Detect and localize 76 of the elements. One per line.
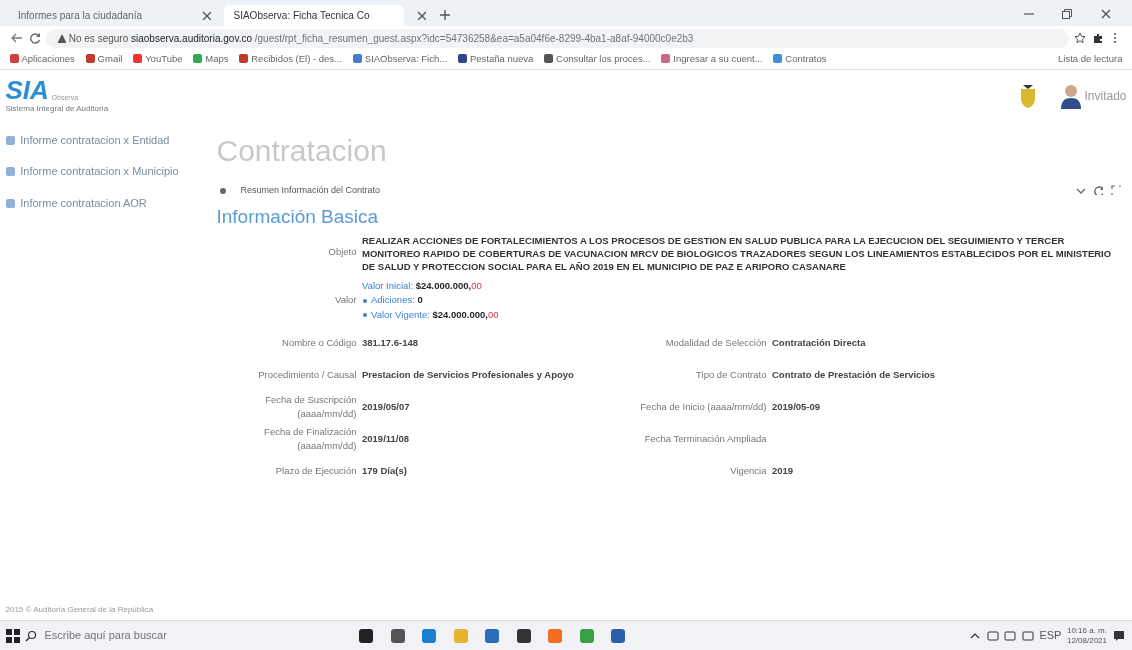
reload-icon[interactable] <box>1093 185 1103 196</box>
clock-date[interactable]: 12/08/2021 <box>1066 635 1107 646</box>
bookmark[interactable]: Maps <box>189 52 233 67</box>
bookmark[interactable]: Contratos <box>769 52 831 67</box>
field-value: 2019/11/08 <box>361 432 411 447</box>
field-value: Prestacion de Servicios Profesionales y Apoyo <box>361 368 575 383</box>
field-label: Plazo de Ejecución <box>274 464 357 479</box>
field-label: Modalidad de Selección <box>664 336 767 351</box>
field-label: Valor <box>334 293 357 308</box>
field-value: 179 Día(s) <box>361 464 408 479</box>
tray-icon[interactable] <box>986 629 999 642</box>
bookmark[interactable]: SIAObserva: Fich... <box>348 52 452 67</box>
back-icon[interactable] <box>11 32 23 44</box>
value-line: Valor Vigente: $24.000.000,00 <box>371 307 499 322</box>
taskbar-search-field[interactable]: Escribe aquí para buscar <box>42 626 293 645</box>
close-icon[interactable] <box>416 10 427 20</box>
windows-icon[interactable] <box>5 628 20 643</box>
url-path: /guest/rpt_ficha_resumen_guest.aspx?idc=54736258&ea=a5a04f6e-8299-4ba1-a8af-94000c0e2b3 <box>254 31 694 46</box>
field-label: Fecha de Suscripción (aaaa/mm/dd) <box>264 393 357 422</box>
sidebar-link[interactable]: Informe contratacion AOR <box>5 195 200 211</box>
star-icon[interactable] <box>1074 32 1086 44</box>
bookmark[interactable]: Recibidos (El) - des... <box>235 52 347 67</box>
reading-list[interactable]: Lista de lectura <box>1054 52 1127 67</box>
field-label: Fecha de Finalización (aaaa/mm/dd) <box>263 425 357 454</box>
field-label: Fecha de Inicio (aaaa/mm/dd) <box>639 400 767 415</box>
clock-time[interactable]: 10:16 a. m. <box>1066 625 1107 636</box>
address-bar[interactable]: No es seguro siaobserva.auditoria.gov.co /guest/rpt_ficha_resumen_guest.aspx?idc=54736258&ea=a5a04f6e-8299-4ba1-a8af-94000c0e2b3 <box>46 28 1069 48</box>
avatar-icon <box>1059 83 1082 109</box>
sidebar-link[interactable]: Informe contratacion x Municipio <box>5 164 200 180</box>
field-label: Nombre o Código <box>281 336 357 351</box>
footer-text: 2015 © Auditoría General de la República <box>4 604 155 616</box>
field-value: Contrato de Prestación de Servicios <box>771 368 937 383</box>
warning-icon <box>56 33 66 43</box>
logo-mark: SIA <box>5 77 49 103</box>
field-value: REALIZAR ACCIONES DE FORTALECIMIENTOS A LOS PROCESOS DE GESTION EN SALUD PUBLICA PARA LA EJECUCION DEL SEGUIMIENTO Y TERCER MONITOREO RAPIDO DE COBERTURAS DE VACUNACION MRCV DE BIOLOGICOS TRAZADORES SEGUN LOS LINEAMIENTOS ESTABLECIDOS POR EL MINISTERIO DE SALUD Y PROTECCION SOCIAL PARA EL AÑO 2019 EN EL MUNICIPIO DE PAZ E ARIPORO CASANARE <box>362 233 1113 274</box>
browser-tab[interactable]: Informes para la ciudadanía <box>8 5 188 26</box>
tray-icon[interactable] <box>1021 629 1034 642</box>
bookmark[interactable]: Aplicaciones <box>5 52 79 67</box>
value-line: Adiciones: 0 <box>371 293 423 308</box>
field-label: Procedimiento / Causal <box>257 368 357 383</box>
field-label: Fecha Terminación Ampliada <box>643 432 767 447</box>
field-label: Tipo de Contrato <box>695 368 767 383</box>
reload-icon[interactable] <box>28 32 41 44</box>
field-value: 2019/05-09 <box>771 400 822 415</box>
bookmark[interactable]: Ingresar a su cuent... <box>657 52 767 67</box>
security-label: No es seguro <box>68 31 129 46</box>
panel-title: Resumen Información del Contrato <box>240 183 381 197</box>
field-label: Objeto <box>327 244 357 259</box>
value-line: Valor Inicial: $24.000.000,00 <box>362 279 482 294</box>
field-value: 2019/05/07 <box>361 400 411 415</box>
sidebar-link[interactable]: Informe contratacion x Entidad <box>5 133 200 148</box>
tray-icon[interactable] <box>1004 629 1017 642</box>
bookmark[interactable]: Gmail <box>81 52 127 67</box>
field-value: 2019 <box>771 464 795 479</box>
field-value: 381.17.6-148 <box>361 336 419 351</box>
field-label: Vigencia <box>729 464 767 479</box>
app-icon[interactable] <box>515 627 532 644</box>
logo-tagline: Sistema Integral de Auditoría <box>5 103 109 115</box>
app-icon[interactable] <box>389 627 406 644</box>
fullscreen-icon[interactable] <box>1111 185 1121 196</box>
close-icon[interactable] <box>1100 8 1112 20</box>
plus-icon[interactable] <box>439 9 451 21</box>
puzzle-icon[interactable] <box>1091 32 1104 44</box>
notification-icon[interactable] <box>1112 628 1127 643</box>
bookmark[interactable]: YouTube <box>129 52 187 67</box>
browser-tab[interactable]: SIAObserva: Ficha Tecnica Co <box>223 5 404 26</box>
bookmark[interactable]: Pestaña nueva <box>453 52 538 67</box>
url-host: siaobserva.auditoria.gov.co <box>131 31 252 46</box>
field-value: Contratación Directa <box>771 336 867 351</box>
app-icon[interactable] <box>358 627 374 644</box>
bookmark[interactable]: Consultar los proces... <box>540 52 655 67</box>
search-icon <box>25 629 37 642</box>
close-icon[interactable] <box>200 10 211 20</box>
language-indicator[interactable]: ESP <box>1039 627 1062 644</box>
section-title: Información Basica <box>216 204 380 229</box>
restore-icon[interactable] <box>1061 8 1074 20</box>
